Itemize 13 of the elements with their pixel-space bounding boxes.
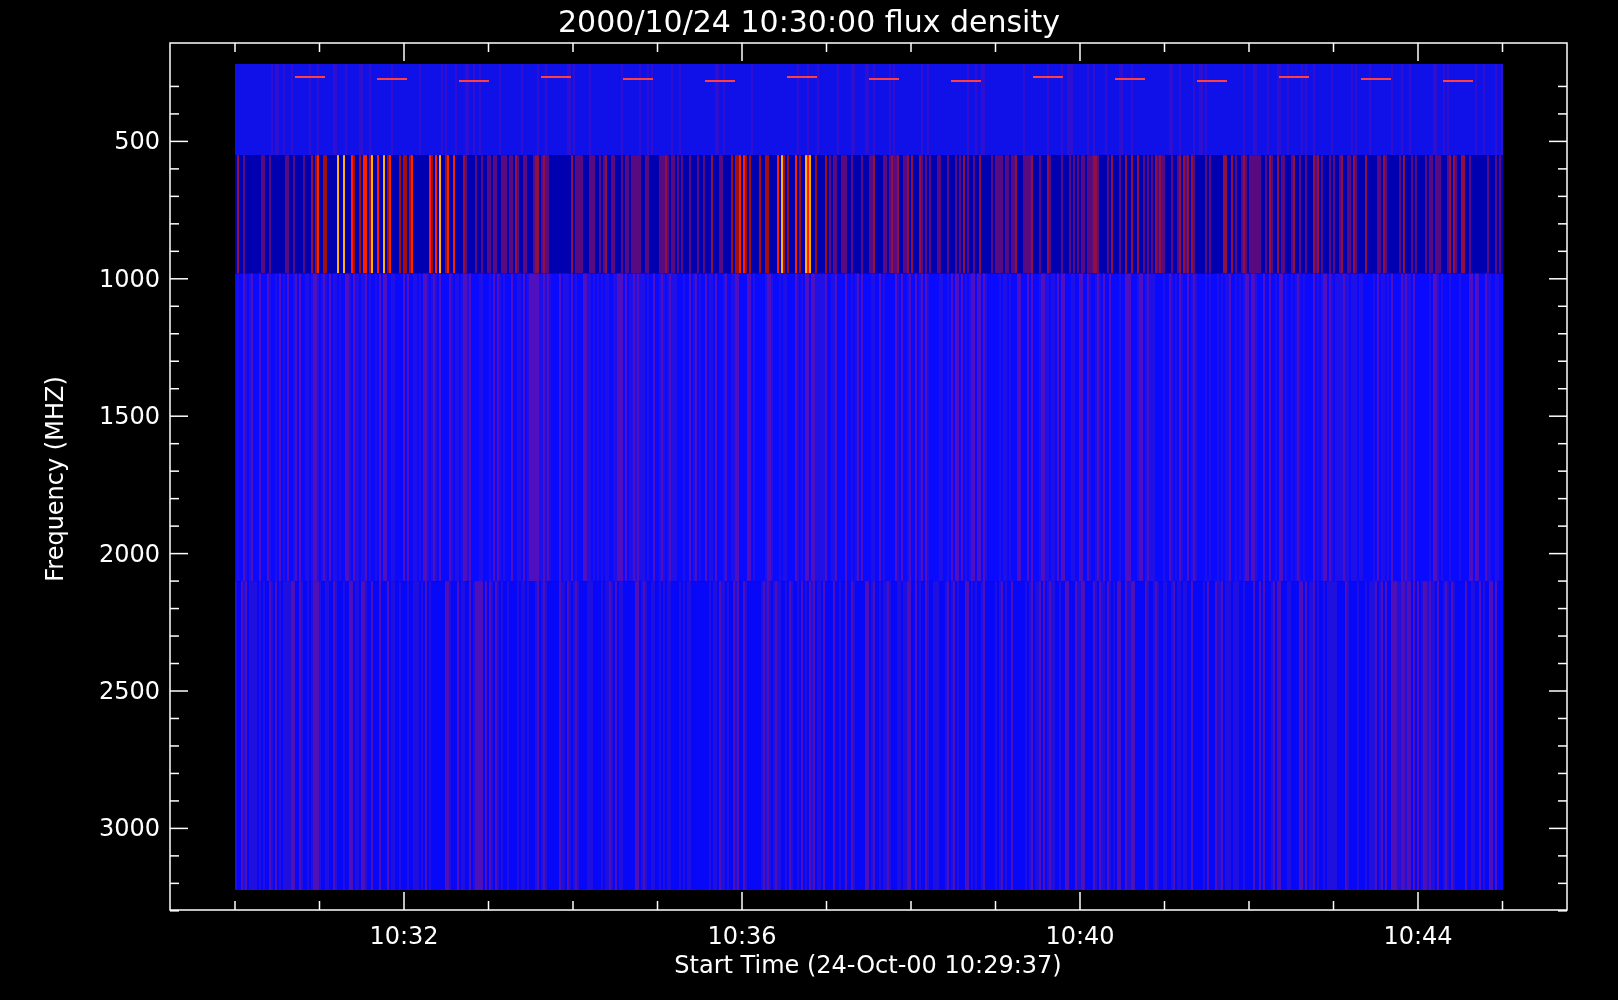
plot-title: 2000/10/24 10:30:00 flux density	[558, 4, 1060, 39]
x-tick-label: 10:36	[707, 922, 777, 950]
y-tick-label: 500	[114, 127, 160, 156]
y-tick-label: 1000	[98, 264, 160, 293]
x-tick-label: 10:32	[369, 922, 439, 950]
y-tick-label: 2000	[98, 539, 160, 568]
y-axis-label: Frequency (MHZ)	[41, 376, 69, 582]
y-tick-label: 1500	[98, 402, 160, 431]
y-tick-label: 3000	[98, 814, 160, 843]
x-tick-label: 10:44	[1383, 922, 1453, 950]
x-axis-label: Start Time (24-Oct-00 10:29:37)	[674, 951, 1062, 979]
x-tick-label: 10:40	[1045, 922, 1115, 950]
y-tick-label: 2500	[98, 677, 160, 705]
